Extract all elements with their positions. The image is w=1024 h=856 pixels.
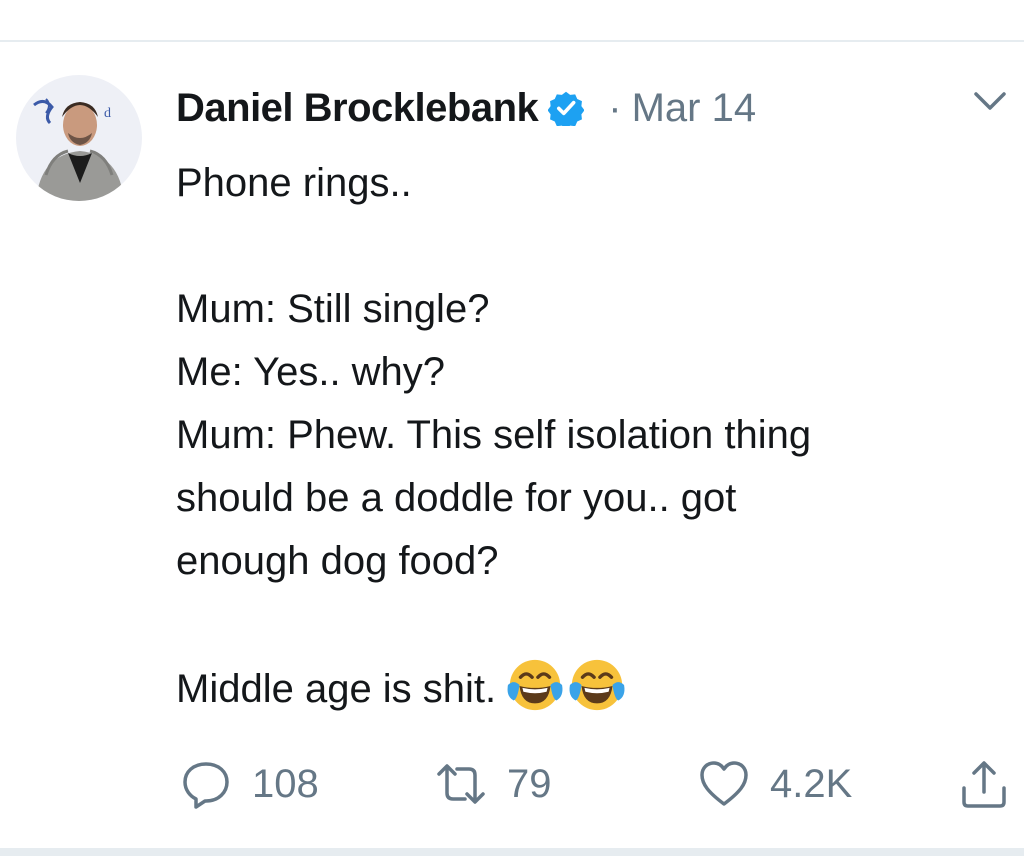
tweet-actions: 108 79 4.2K: [180, 752, 1010, 816]
retweet-icon: [437, 764, 485, 804]
verified-badge-icon: [548, 91, 585, 126]
top-divider: [0, 0, 1024, 42]
chevron-down-icon[interactable]: [970, 86, 1010, 116]
share-button[interactable]: [958, 752, 1010, 816]
face-with-tears-of-joy-icon: [569, 659, 625, 711]
reply-icon: [183, 762, 229, 809]
reply-count: 108: [252, 761, 319, 806]
bottom-divider: [0, 848, 1024, 856]
face-with-tears-of-joy-icon: [507, 659, 563, 711]
tweet-text: Phone rings.. Mum: Still single? Me: Yes…: [176, 161, 812, 711]
like-count: 4.2K: [770, 761, 853, 806]
profile-photo-icon: d: [16, 75, 142, 201]
retweet-count: 79: [507, 761, 552, 806]
retweet-button[interactable]: 79: [435, 752, 552, 816]
author-name[interactable]: Daniel Brocklebank: [176, 86, 539, 131]
tweet-header: Daniel Brocklebank · Mar 14: [176, 78, 756, 138]
like-button[interactable]: 4.2K: [698, 752, 852, 816]
separator-dot: ·: [608, 85, 622, 130]
heart-icon: [700, 761, 748, 806]
tweet-body: Phone rings.. Mum: Still single? Me: Yes…: [176, 152, 996, 721]
share-icon: [962, 761, 1006, 808]
reply-button[interactable]: 108: [180, 752, 319, 816]
tweet-date[interactable]: Mar 14: [632, 86, 757, 131]
avatar[interactable]: d: [16, 75, 142, 201]
emoji-group: [506, 656, 630, 714]
svg-text:d: d: [104, 106, 111, 121]
